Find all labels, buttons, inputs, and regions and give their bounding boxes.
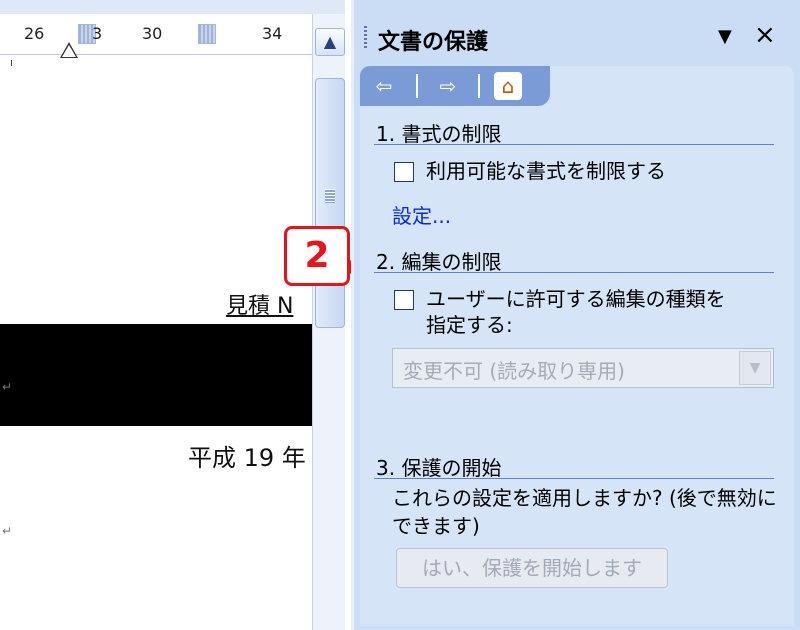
document-estimate-heading: 見積 N: [226, 294, 294, 319]
start-protection-description: これらの設定を適用しますか? (後で無効にできます): [392, 486, 777, 538]
ruler-tick: [11, 60, 12, 66]
section-heading-editing-restrictions: 2. 編集の制限: [376, 250, 502, 274]
limit-formatting-checkbox[interactable]: [394, 162, 414, 182]
allow-editing-type-checkbox[interactable]: [394, 290, 414, 310]
tab-stop-marker-icon[interactable]: [198, 24, 216, 44]
pane-close-button[interactable]: ×: [754, 22, 776, 48]
nav-separator: [478, 74, 480, 98]
forward-arrow-icon[interactable]: ⇨: [434, 72, 462, 100]
formatting-settings-link[interactable]: 設定...: [392, 200, 451, 229]
task-pane: 文書の保護 ▼ × ⇦ ⇨ ⌂ 1. 書式の制限 利用可能な書式を制限する 設定…: [351, 0, 800, 630]
nav-separator: [416, 74, 418, 98]
pane-menu-dropdown-icon[interactable]: ▼: [718, 26, 732, 47]
paragraph-mark-icon: ↵: [2, 380, 13, 394]
scroll-thumb[interactable]: [315, 78, 345, 328]
allow-editing-type-label-line1[interactable]: ユーザーに許可する編集の種類を: [426, 286, 726, 312]
ruler-number-26: 26: [24, 24, 45, 43]
section-divider: [374, 272, 774, 273]
back-arrow-icon[interactable]: ⇦: [370, 72, 398, 100]
task-pane-body: [360, 66, 794, 626]
task-pane-header: 文書の保護 ▼ ×: [354, 14, 800, 62]
scroll-up-button[interactable]: ▲: [315, 28, 345, 56]
vertical-scrollbar[interactable]: ▲: [312, 14, 345, 630]
grip-icon: [325, 189, 335, 203]
editing-type-select[interactable]: 変更不可 (読み取り専用) ▼: [392, 348, 774, 388]
section-heading-start-protection: 3. 保護の開始: [376, 456, 502, 480]
home-icon[interactable]: ⌂: [494, 72, 522, 100]
paragraph-mark-icon: ↵: [2, 524, 13, 538]
ruler-number-30: 30: [142, 24, 163, 43]
pane-grip-icon[interactable]: [364, 26, 367, 48]
indent-marker-icon[interactable]: [60, 42, 78, 58]
section-heading-format-restrictions: 1. 書式の制限: [376, 122, 502, 146]
section-divider: [374, 478, 774, 479]
ruler-top-strip: [0, 0, 345, 14]
step-callout-badge: 2: [284, 226, 350, 286]
horizontal-ruler[interactable]: 26 3 30 34: [0, 14, 312, 66]
task-pane-title: 文書の保護: [378, 30, 489, 55]
start-protection-button[interactable]: はい、保護を開始します: [396, 548, 668, 588]
chevron-down-icon[interactable]: ▼: [739, 351, 771, 385]
task-pane-navigation: ⇦ ⇨ ⌂: [360, 66, 550, 106]
limit-formatting-label[interactable]: 利用可能な書式を制限する: [426, 158, 666, 184]
allow-editing-type-label-line2[interactable]: 指定する:: [426, 312, 513, 338]
section-divider: [374, 144, 774, 145]
document-area: 26 3 30 34 見積 N ↵ 平成 19 年 ↵ ▲: [0, 0, 345, 630]
arrow-up-icon: ▲: [323, 32, 337, 51]
ruler-number-34: 34: [262, 24, 283, 43]
document-black-bar: [0, 324, 312, 426]
editing-type-select-value: 変更不可 (読み取り専用): [403, 359, 625, 383]
document-date-text: 平成 19 年: [188, 444, 306, 472]
ruler-marker-text: 3: [92, 24, 103, 43]
